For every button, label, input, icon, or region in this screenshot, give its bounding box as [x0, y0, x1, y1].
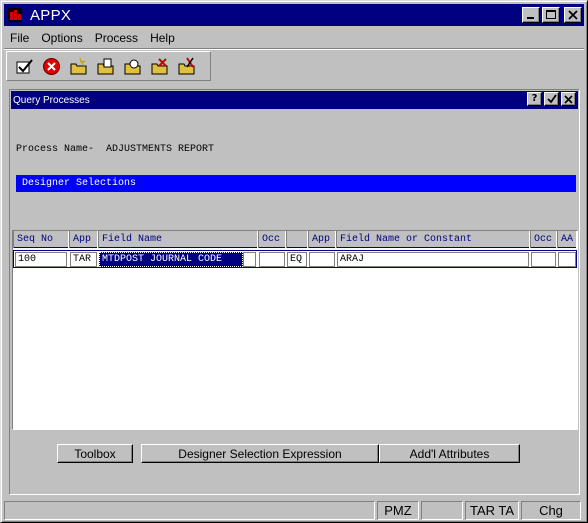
addl-attributes-button[interactable]: Add'l Attributes	[379, 444, 520, 463]
process-name-line: Process Name- ADJUSTMENTS REPORT	[16, 144, 214, 155]
appx-logo-icon	[6, 7, 24, 23]
section-header-label: Designer Selections	[22, 178, 137, 189]
expression-button-label: Designer Selection Expression	[178, 446, 342, 461]
panel-titlebar: Query Processes ?	[11, 91, 578, 109]
query-processes-panel: Query Processes ? Process Name- ADJUSTME…	[9, 89, 580, 495]
help-icon[interactable]: ?	[527, 92, 542, 106]
maximize-icon[interactable]	[542, 7, 560, 23]
constant-cell[interactable]: ARAJ	[337, 252, 529, 267]
status-bar: PMZ TAR TA Chg	[4, 501, 584, 521]
app-cell[interactable]: TAR	[70, 252, 97, 267]
new-record-icon[interactable]	[69, 57, 88, 76]
status-panel-pmz: PMZ	[377, 501, 419, 520]
occ2-cell[interactable]	[531, 252, 556, 267]
occ-cell[interactable]	[259, 252, 285, 267]
close-icon[interactable]	[564, 7, 582, 23]
delete-record-icon[interactable]	[150, 57, 169, 76]
window-title: APPX	[30, 6, 72, 24]
process-name-value: ADJUSTMENTS REPORT	[106, 144, 215, 155]
col-aa: AA	[557, 231, 577, 248]
status-panel-app: TAR TA	[465, 501, 519, 520]
table-row[interactable]: 100 TAR MTDPOST JOURNAL CODE EQ ARAJ	[13, 250, 577, 268]
status-panel-1	[4, 501, 375, 520]
col-app: App	[69, 231, 98, 248]
toolbar	[6, 51, 211, 81]
aa-cell[interactable]	[558, 252, 576, 267]
col-field-name-or-constant: Field Name or Constant	[336, 231, 530, 248]
col-app2: App	[308, 231, 336, 248]
edit-record-icon[interactable]	[96, 57, 115, 76]
menu-process[interactable]: Process	[89, 31, 144, 45]
ok-check-icon[interactable]	[15, 57, 34, 76]
toolbox-button[interactable]: Toolbox	[57, 444, 133, 463]
designer-selection-expression-button[interactable]: Designer Selection Expression	[141, 444, 379, 463]
process-name-label: Process Name-	[16, 144, 95, 155]
appx-window: APPX File Options Process Help Query Pro…	[0, 0, 588, 523]
section-header: Designer Selections	[16, 175, 576, 192]
menu-help[interactable]: Help	[144, 31, 181, 45]
find-record-icon[interactable]	[123, 57, 142, 76]
action-buttons: Toolbox Designer Selection Expression Ad…	[10, 444, 578, 464]
toolbar-separator	[4, 48, 584, 50]
seq-no-cell[interactable]: 100	[15, 252, 67, 267]
selection-grid: Seq No App Field Name Occ App Field Name…	[12, 230, 578, 430]
col-seq-no: Seq No	[13, 231, 69, 248]
panel-close-icon[interactable]	[561, 92, 576, 106]
attributes-button-label: Add'l Attributes	[409, 446, 490, 461]
menu-options[interactable]: Options	[35, 31, 88, 45]
menu-file[interactable]: File	[4, 31, 35, 45]
menu-bar: File Options Process Help	[4, 28, 584, 48]
panel-title: Query Processes	[13, 94, 90, 106]
window-titlebar[interactable]: APPX	[4, 4, 584, 26]
col-occ: Occ	[258, 231, 286, 248]
field-name-cell[interactable]: MTDPOST JOURNAL CODE	[99, 252, 243, 267]
cancel-icon[interactable]	[42, 57, 61, 76]
minimize-icon[interactable]	[522, 7, 540, 23]
operator-cell[interactable]: EQ	[287, 252, 307, 267]
app2-cell[interactable]	[309, 252, 335, 267]
col-occ2: Occ	[530, 231, 557, 248]
field-name-overflow-cell[interactable]	[243, 252, 256, 267]
status-panel-mode: Chg	[521, 501, 581, 520]
check-icon[interactable]	[544, 92, 559, 106]
col-operator	[286, 231, 308, 248]
col-field-name: Field Name	[98, 231, 258, 248]
toolbox-button-label: Toolbox	[74, 446, 116, 461]
status-panel-4	[421, 501, 463, 520]
grid-header: Seq No App Field Name Occ App Field Name…	[13, 231, 577, 248]
cut-record-icon[interactable]	[177, 56, 196, 76]
